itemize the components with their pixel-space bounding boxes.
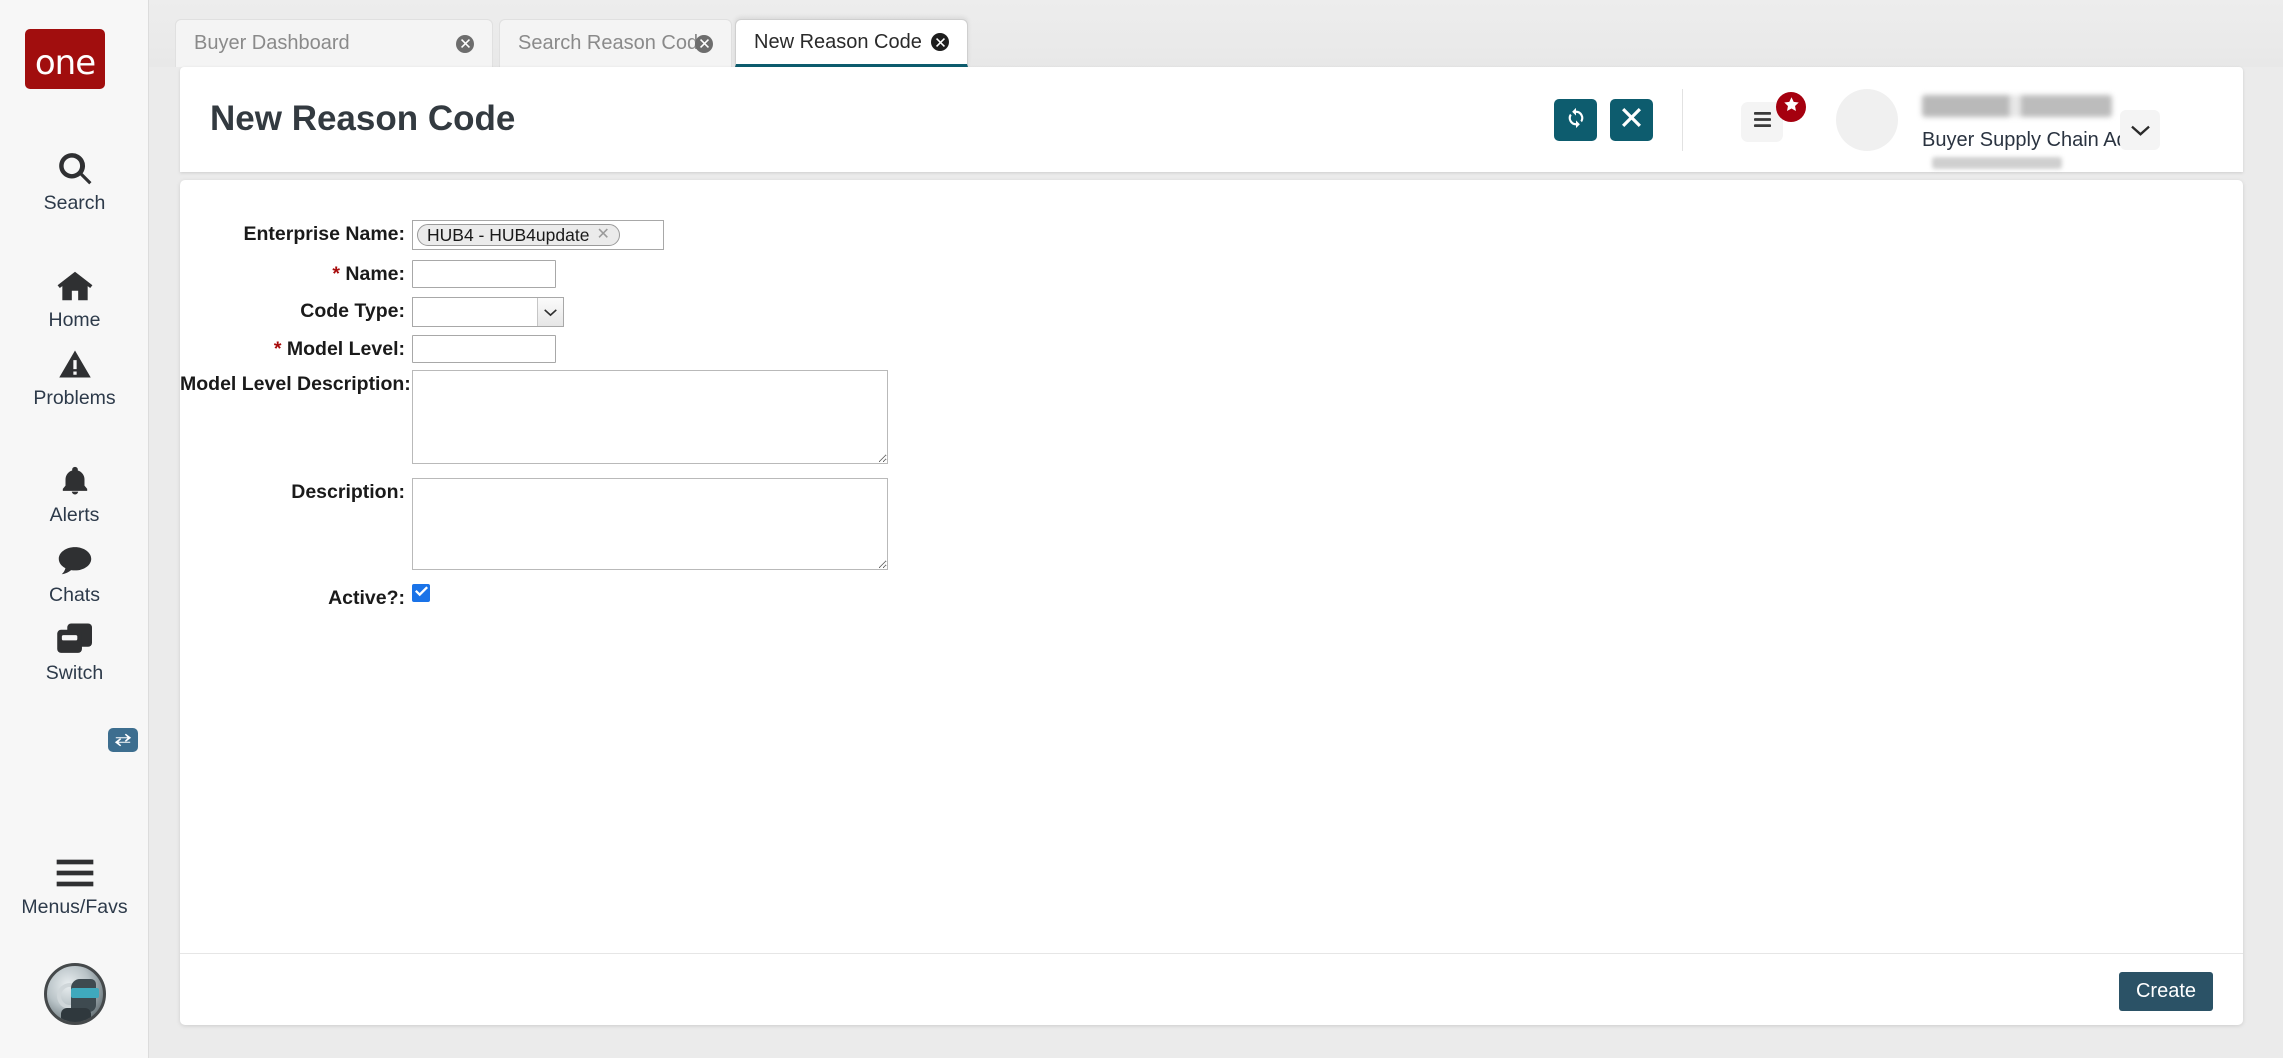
remove-x-icon[interactable]: ✕ (596, 227, 609, 243)
field-row-model-level: * Model Level: (180, 335, 2243, 363)
field-row-name: * Name: (180, 260, 2243, 288)
tab-close-icon[interactable] (931, 33, 949, 51)
search-icon (56, 148, 94, 190)
sidebar-item-alerts[interactable]: Alerts (0, 460, 149, 527)
assistant-visor (71, 988, 99, 998)
sidebar-item-label: Alerts (49, 504, 100, 526)
hamburger-icon (55, 852, 95, 894)
refresh-icon (1565, 107, 1587, 134)
tab-strip: Buyer Dashboard Search Reason Code New R… (149, 0, 2283, 67)
left-nav-rail: one Search Home Problems Alerts Chats Sw… (0, 0, 149, 1058)
switch-windows-icon (54, 618, 96, 660)
enterprise-name-chip-label: HUB4 - HUB4update (427, 224, 590, 245)
model-level-label: * Model Level: (180, 335, 412, 361)
page-header: New Reason Code Buyer Supply Chain Admin (180, 67, 2243, 172)
user-name-redacted (1922, 95, 2112, 117)
sidebar-item-label: Chats (49, 584, 100, 606)
sidebar-item-problems[interactable]: Problems (0, 343, 149, 410)
avatar[interactable] (1836, 89, 1898, 151)
tab-buyer-dashboard[interactable]: Buyer Dashboard (175, 19, 493, 67)
tab-label: Buyer Dashboard (194, 32, 350, 54)
active-checkbox[interactable] (412, 584, 430, 602)
sidebar-item-menus-favs[interactable]: Menus/Favs (0, 852, 149, 919)
enterprise-name-input[interactable]: HUB4 - HUB4update ✕ (412, 220, 664, 250)
code-type-select[interactable] (412, 297, 564, 327)
tab-label: New Reason Code (754, 30, 922, 53)
name-input[interactable] (412, 260, 556, 288)
model-level-input[interactable] (412, 335, 556, 363)
sidebar-item-label: Home (48, 309, 101, 331)
description-textarea[interactable] (412, 478, 888, 570)
user-menu-chevron-down-icon[interactable] (2120, 110, 2160, 150)
assistant-avatar-icon[interactable] (44, 963, 106, 1025)
switch-toggle-badge-icon[interactable] (108, 728, 138, 752)
sidebar-item-chats[interactable]: Chats (0, 540, 149, 607)
sidebar-item-switch[interactable]: Switch (0, 618, 149, 685)
checkmark-icon (414, 584, 428, 602)
name-label: * Name: (180, 260, 412, 286)
tab-label: Search Reason Code (518, 32, 710, 54)
header-divider (1682, 89, 1683, 151)
brand-logo-text: one (34, 43, 96, 83)
tab-search-reason-code[interactable]: Search Reason Code (499, 19, 732, 67)
sidebar-item-home[interactable]: Home (0, 265, 149, 332)
favorite-star-badge[interactable] (1776, 92, 1806, 122)
model-level-description-label: Model Level Description: (180, 373, 411, 395)
form-footer: Create (180, 953, 2243, 1025)
enterprise-name-label: Enterprise Name: (243, 223, 405, 245)
star-icon (1783, 96, 1800, 118)
name-label-text: Name: (345, 263, 405, 285)
tab-close-icon[interactable] (456, 34, 474, 53)
sidebar-item-label: Switch (45, 662, 104, 684)
home-icon (55, 265, 95, 307)
form-panel: Enterprise Name: HUB4 - HUB4update ✕ * N… (180, 180, 2243, 1025)
model-level-description-textarea[interactable] (412, 370, 888, 464)
sidebar-item-label: Search (43, 192, 106, 214)
field-row-enterprise-name: Enterprise Name: HUB4 - HUB4update ✕ (180, 220, 2243, 250)
sidebar-item-label: Menus/Favs (21, 896, 128, 918)
enterprise-name-chip: HUB4 - HUB4update ✕ (417, 224, 620, 246)
description-label: Description: (291, 481, 405, 503)
active-label: Active?: (328, 587, 405, 609)
menu-list-icon (1752, 111, 1773, 133)
chat-bubble-icon (56, 540, 94, 582)
sidebar-item-label: Problems (33, 387, 116, 409)
field-row-model-level-description: Model Level Description: (180, 370, 2243, 464)
create-button[interactable]: Create (2118, 972, 2213, 1011)
tab-new-reason-code[interactable]: New Reason Code (735, 19, 968, 67)
close-page-button[interactable] (1610, 99, 1653, 141)
chevron-down-icon (537, 298, 563, 326)
brand-logo[interactable]: one (25, 29, 105, 89)
code-type-label: Code Type: (300, 300, 405, 322)
close-x-icon (1622, 108, 1641, 132)
warning-triangle-icon (57, 343, 93, 385)
bell-icon (58, 460, 92, 502)
refresh-button[interactable] (1554, 99, 1597, 141)
tab-close-icon[interactable] (695, 34, 713, 53)
field-row-code-type: Code Type: (180, 297, 2243, 327)
field-row-active: Active?: (180, 584, 2243, 610)
sidebar-item-search[interactable]: Search (0, 148, 149, 215)
field-row-description: Description: (180, 478, 2243, 570)
assistant-body (61, 1008, 91, 1022)
required-marker: * (332, 263, 340, 285)
model-level-label-text: Model Level: (286, 338, 405, 360)
user-company-redacted (1932, 157, 2062, 169)
required-marker: * (273, 338, 282, 360)
page-title: New Reason Code (210, 99, 516, 138)
